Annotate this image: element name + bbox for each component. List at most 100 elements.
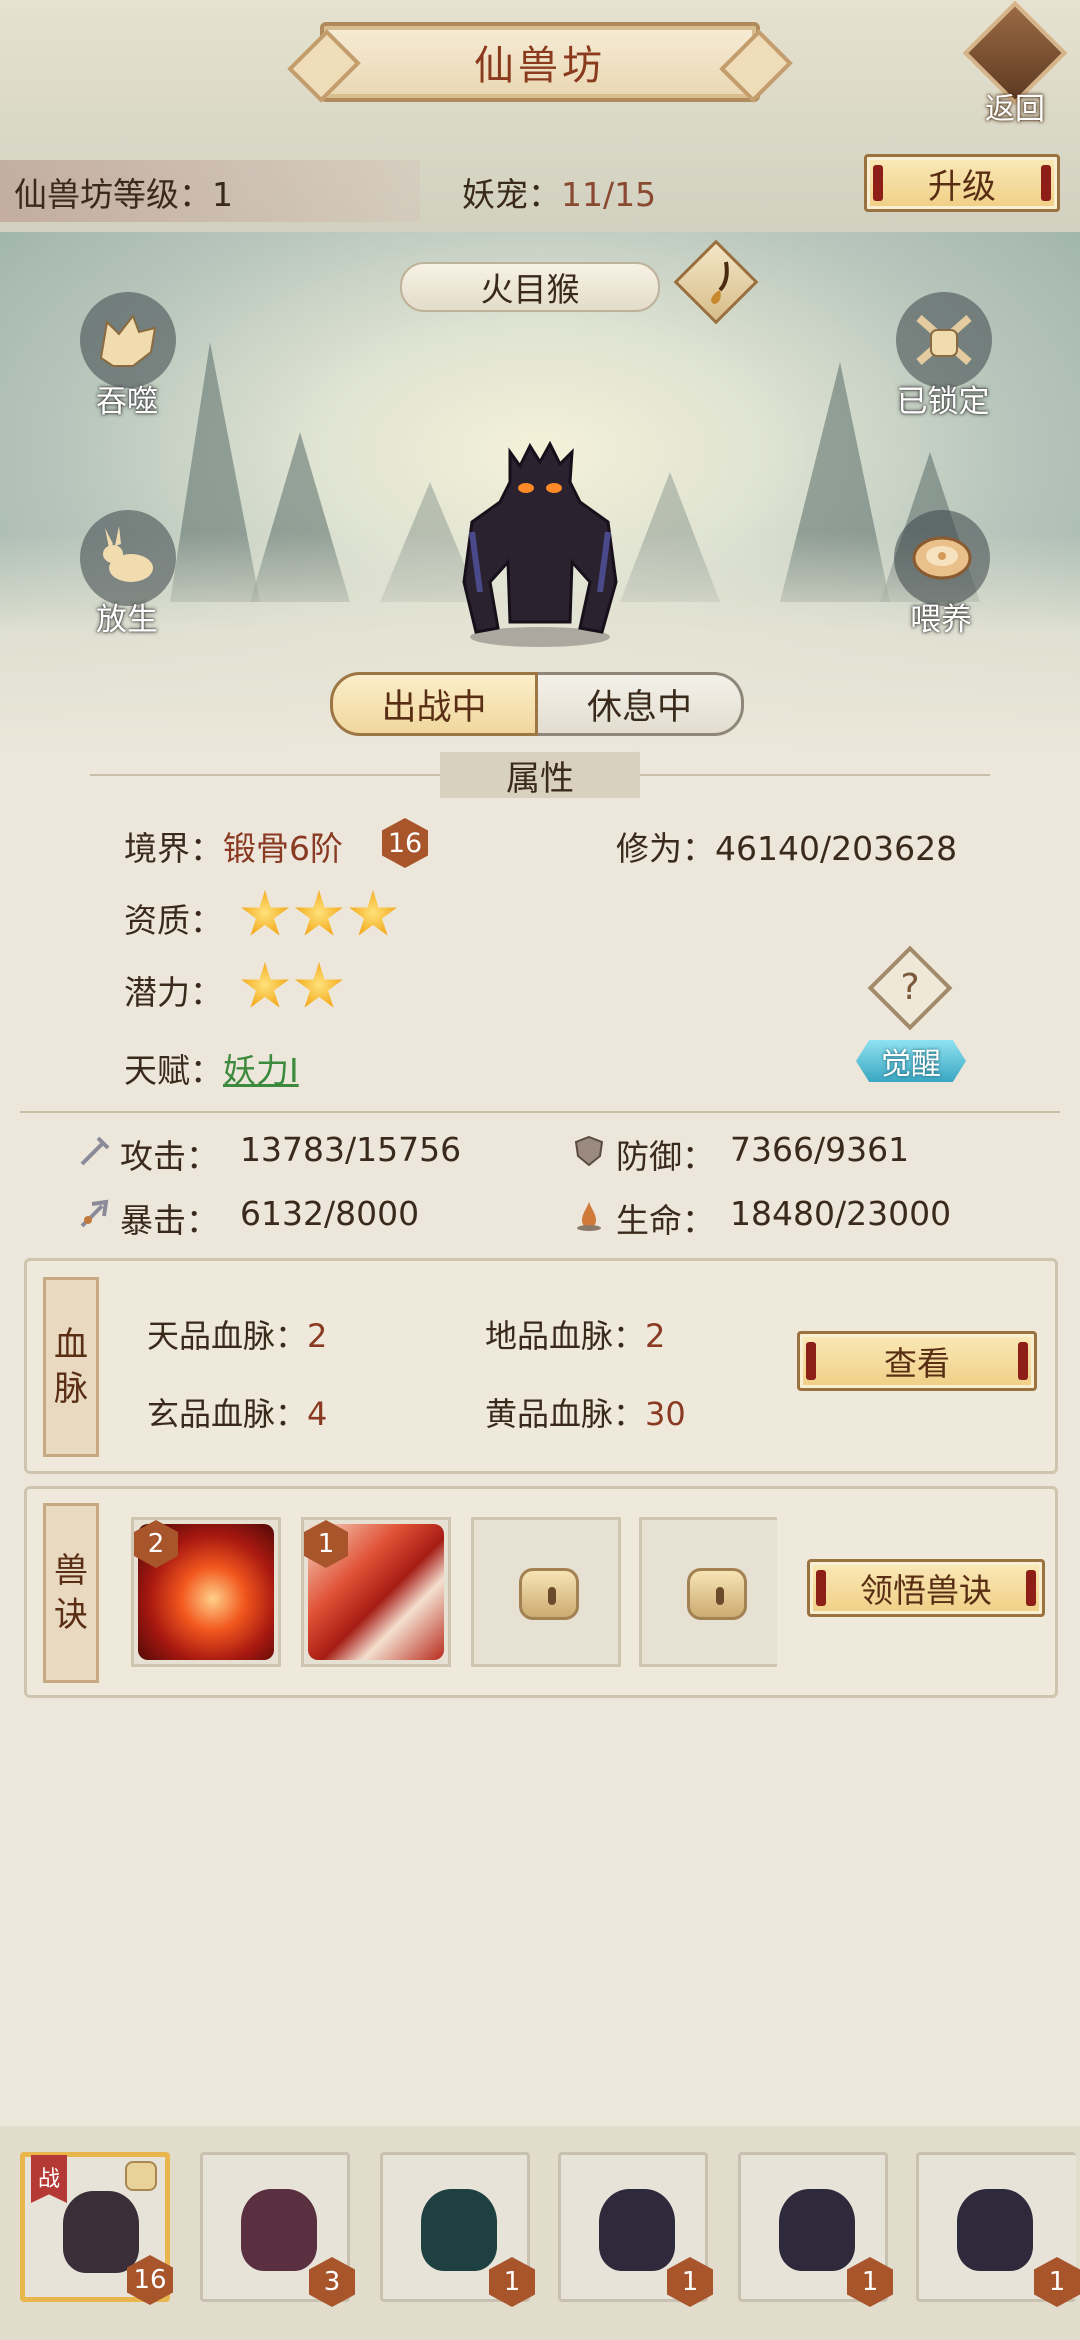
meat-icon: [894, 510, 990, 606]
aptitude-label: 资质：: [124, 901, 223, 940]
learn-skill-button[interactable]: 领悟兽诀: [807, 1559, 1045, 1617]
attack-label: 攻击：: [120, 1137, 219, 1176]
view-bloodline-button[interactable]: 查看: [797, 1331, 1037, 1391]
upgrade-button[interactable]: 升级: [864, 154, 1060, 212]
brush-icon: [711, 261, 729, 304]
potential-label: 潜力：: [124, 973, 223, 1012]
huang-bloodline: 黄品血脉：30: [485, 1389, 686, 1435]
star-icon: [349, 890, 397, 936]
defense-row: 防御：: [616, 1130, 715, 1178]
workshop-level-label: 仙兽坊等级：: [14, 175, 212, 214]
talent-row: 天赋：妖力Ⅰ: [124, 1044, 299, 1092]
attack-value: 13783/15756: [240, 1130, 462, 1169]
pet-level-badge: 1: [847, 2257, 893, 2307]
skill-slot-fire[interactable]: 2: [131, 1517, 281, 1667]
feed-button[interactable]: 喂养: [866, 510, 1016, 640]
section-divider: [20, 1111, 1060, 1113]
skill-slot-claw[interactable]: 1: [301, 1517, 451, 1667]
tian-bloodline-value: 2: [307, 1317, 328, 1355]
hp-icon: [577, 1202, 601, 1231]
view-label: 查看: [884, 1344, 950, 1383]
awaken-button[interactable]: 觉醒: [856, 1040, 966, 1082]
status-tab-rest[interactable]: 休息中: [538, 672, 744, 736]
attributes-title: 属性: [440, 752, 640, 799]
pet-name-plate: 火目猴: [400, 262, 660, 312]
help-icon: ?: [900, 967, 920, 1008]
potential-stars: [240, 962, 348, 1016]
battle-status-toggle: 出战中 休息中: [330, 672, 744, 736]
pet-avatar: [957, 2189, 1033, 2271]
aptitude-row: 资质：: [124, 894, 223, 942]
defense-value: 7366/9361: [730, 1130, 910, 1169]
skills-side-label: 兽 诀: [43, 1503, 99, 1683]
realm-value: 锻骨6阶: [223, 829, 343, 868]
back-label: 返回: [985, 92, 1045, 127]
devour-button[interactable]: 吞噬: [52, 292, 202, 422]
skills-side-char-1: 兽: [54, 1551, 88, 1591]
pet-avatar: [599, 2189, 675, 2271]
lock-icon: [687, 1568, 747, 1620]
di-bloodline-label: 地品血脉：: [485, 1317, 646, 1355]
pet-slot-selected[interactable]: 战 16: [20, 2152, 173, 2305]
hp-row: 生命：: [616, 1194, 715, 1242]
pet-avatar: [63, 2191, 139, 2273]
status-rest-label: 休息中: [586, 687, 692, 728]
skill-slot-locked[interactable]: [639, 1517, 777, 1667]
keyhole: [548, 1587, 556, 1605]
pet-count: 妖宠：11/15: [462, 168, 656, 216]
skills-side-char-2: 诀: [54, 1595, 88, 1635]
pet-name: 火目猴: [480, 270, 580, 309]
pet-slot[interactable]: 1: [916, 2152, 1080, 2307]
devour-label: 吞噬: [96, 384, 158, 420]
bloodline-side-label: 血 脉: [43, 1277, 99, 1457]
pet-level-badge: 1: [489, 2257, 535, 2307]
realm-label: 境界：: [124, 829, 223, 868]
star-icon: [295, 962, 343, 1008]
shield-icon: [574, 1135, 604, 1167]
status-tab-active[interactable]: 出战中: [330, 672, 538, 736]
header: 仙兽坊 返回 仙兽坊等级：1 妖宠：11/15 升级: [0, 0, 1080, 232]
release-label: 放生: [96, 602, 158, 638]
star-icon: [241, 890, 289, 936]
crit-icon: [80, 1199, 109, 1228]
fire-eye-monkey-figure: [462, 440, 618, 647]
xuan-bloodline-value: 4: [307, 1395, 328, 1433]
talent-link[interactable]: 妖力Ⅰ: [223, 1051, 299, 1090]
defense-label: 防御：: [616, 1137, 715, 1176]
bloodline-side-char-2: 脉: [54, 1369, 88, 1409]
di-bloodline: 地品血脉：2: [485, 1311, 665, 1357]
di-bloodline-value: 2: [645, 1317, 666, 1355]
xuan-bloodline: 玄品血脉：4: [147, 1389, 327, 1435]
star-icon: [241, 962, 289, 1008]
pet-scene: 火目猴 吞噬 已锁定 放生 喂养 出战中 休息中: [0, 232, 1080, 752]
lock-icon: [125, 2161, 157, 2191]
hp-value: 18480/23000: [730, 1194, 952, 1233]
pet-count-label: 妖宠：: [462, 175, 561, 214]
hp-label: 生命：: [616, 1201, 715, 1240]
pet-selection-bar: 战 16 3 1 1 1 1: [0, 2126, 1080, 2340]
pet-count-value: 11/15: [561, 175, 657, 214]
skill-slot-locked[interactable]: [471, 1517, 621, 1667]
cultivation-value: 46140/203628: [715, 829, 958, 868]
workshop-level: 仙兽坊等级：1: [14, 168, 233, 216]
pet-slot[interactable]: 3: [200, 2152, 355, 2307]
realm-level-badge: 16: [382, 818, 428, 868]
attack-row: 攻击：: [120, 1130, 219, 1178]
back-button[interactable]: 返回: [960, 0, 1070, 127]
pet-slot[interactable]: 1: [380, 2152, 535, 2307]
status-active-label: 出战中: [381, 687, 487, 728]
skills-panel: 兽 诀 2 1 领悟兽诀: [24, 1486, 1058, 1698]
cultivation-row: 修为：46140/203628: [616, 822, 957, 870]
locked-label: 已锁定: [896, 384, 990, 420]
tian-bloodline-label: 天品血脉：: [147, 1317, 308, 1355]
release-button[interactable]: 放生: [52, 510, 202, 640]
workshop-level-value: 1: [212, 175, 233, 214]
attributes-header: 属性: [90, 752, 990, 799]
pet-slot[interactable]: 1: [738, 2152, 893, 2307]
bloodline-side-char-1: 血: [54, 1325, 88, 1365]
pet-slot[interactable]: 1: [558, 2152, 713, 2307]
wolf-head-icon: [80, 292, 176, 388]
lock-toggle-button[interactable]: 已锁定: [868, 292, 1018, 422]
pet-avatar: [241, 2189, 317, 2271]
page-title: 仙兽坊: [474, 43, 606, 89]
